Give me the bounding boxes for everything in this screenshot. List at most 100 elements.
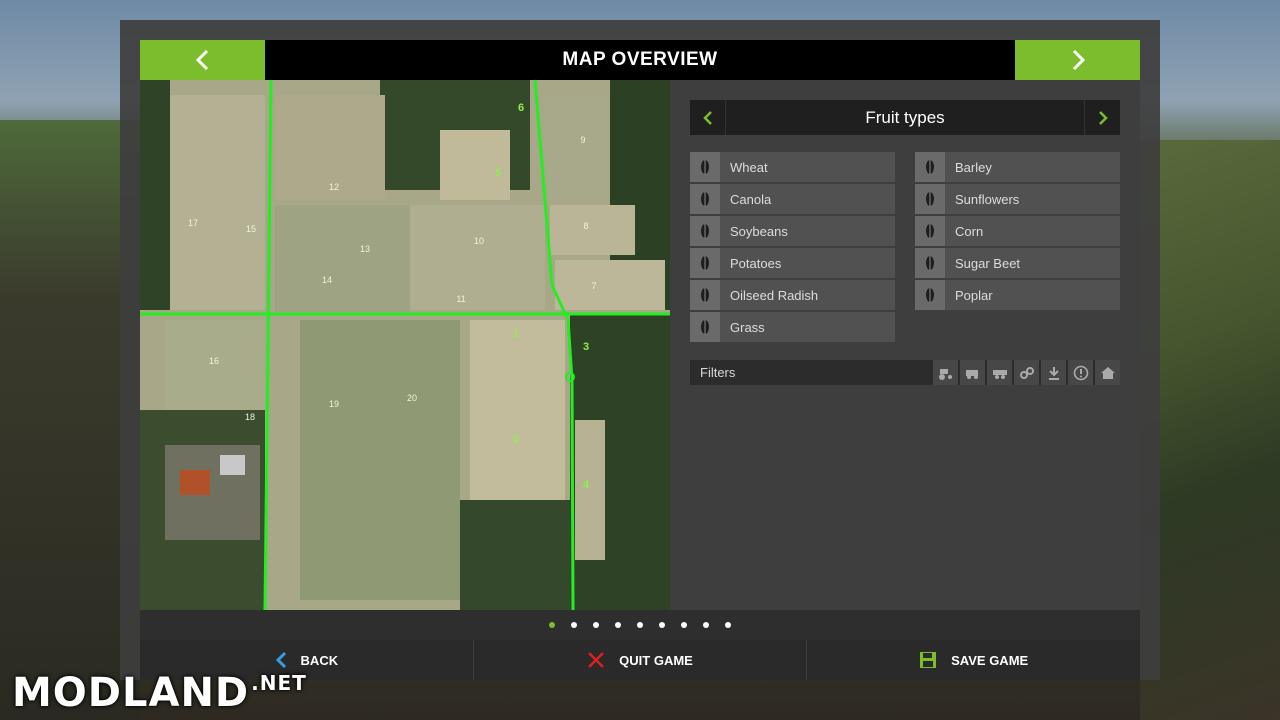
field-number: 2 <box>513 433 519 445</box>
tractor-icon <box>938 368 952 380</box>
field-number: 18 <box>245 412 255 422</box>
next-page-button[interactable] <box>1015 40 1140 80</box>
map-view[interactable]: 1 2 3 4 5 6 7 8 9 10 11 12 13 14 15 16 17 18 19 20 <box>140 80 670 610</box>
potato-icon <box>690 248 720 278</box>
chevron-right-icon <box>1098 110 1108 125</box>
page-dot[interactable] <box>725 622 731 628</box>
sunflower-icon <box>915 184 945 214</box>
fruit-item-oilseed-radish[interactable]: Oilseed Radish <box>690 280 895 310</box>
fruit-type-selector: Fruit types <box>690 100 1120 135</box>
fruit-item-poplar[interactable]: Poplar <box>915 280 1120 310</box>
back-label: BACK <box>300 652 339 668</box>
wheat-icon <box>690 152 720 182</box>
field-number: 3 <box>583 341 589 353</box>
field-number: 1 <box>513 328 519 340</box>
field-number: 17 <box>188 218 198 228</box>
field-area <box>440 130 510 200</box>
tractor-filter-button[interactable] <box>933 360 958 385</box>
save-game-label: SAVE GAME <box>951 652 1029 668</box>
field-area <box>275 205 410 315</box>
grass-icon <box>690 312 720 342</box>
field-number: 4 <box>583 479 590 491</box>
poplar-icon <box>915 280 945 310</box>
barley-icon <box>915 152 945 182</box>
fruit-item-label: Corn <box>955 223 984 239</box>
fruit-item-potatoes[interactable]: Potatoes <box>690 248 895 278</box>
prev-page-button[interactable] <box>140 40 265 80</box>
header-bar: MAP OVERVIEW <box>140 40 1140 80</box>
forest-area <box>460 500 570 610</box>
map-canvas: 1234567891011121314151617181920 <box>140 80 670 610</box>
save-game-button[interactable]: SAVE GAME <box>807 640 1140 680</box>
page-dot[interactable] <box>571 622 577 628</box>
farmhouse-icon <box>1100 366 1115 379</box>
farmhouse-filter-button[interactable] <box>1095 360 1120 385</box>
selector-prev-button[interactable] <box>690 100 726 135</box>
fruit-panel: Fruit types Wheat Barley Canola Sunflowers S… <box>670 80 1140 610</box>
fruit-item-label: Soybeans <box>730 223 788 239</box>
fruit-item-label: Sugar Beet <box>955 255 1021 271</box>
fruit-item-label: Oilseed Radish <box>730 287 819 303</box>
watermark: MODLAND .NET <box>12 670 307 716</box>
download-filter-button[interactable] <box>1041 360 1066 385</box>
fruit-item-wheat[interactable]: Wheat <box>690 152 895 182</box>
harvester-icon <box>965 369 978 379</box>
field-area <box>410 205 545 310</box>
quit-game-button[interactable]: QUIT GAME <box>474 640 808 680</box>
field-number: 16 <box>209 356 219 366</box>
field-number: 10 <box>474 236 484 246</box>
warning-filter-button[interactable] <box>1068 360 1093 385</box>
page-dot[interactable] <box>681 622 687 628</box>
page-dot[interactable] <box>637 622 643 628</box>
fruit-item-corn[interactable]: Corn <box>915 216 1120 246</box>
chevron-left-icon <box>195 49 208 71</box>
field-area <box>575 420 605 560</box>
page-dot[interactable] <box>615 622 621 628</box>
field-number: 19 <box>329 399 339 409</box>
field-number: 11 <box>456 294 465 304</box>
quit-game-label: QUIT GAME <box>619 652 693 668</box>
page-dot[interactable] <box>593 622 599 628</box>
field-number: 20 <box>407 393 417 403</box>
filters-bar: Filters <box>690 360 1120 385</box>
fruit-item-soybeans[interactable]: Soybeans <box>690 216 895 246</box>
page-dot[interactable] <box>659 622 665 628</box>
farmyard <box>165 445 260 540</box>
download-icon <box>1048 366 1059 380</box>
tools-filter-button[interactable] <box>1014 360 1039 385</box>
fruit-item-label: Sunflowers <box>955 191 1020 207</box>
field-number: 9 <box>580 135 585 145</box>
field-number: 14 <box>322 275 332 285</box>
close-icon <box>588 652 605 668</box>
page-dot[interactable] <box>549 622 555 628</box>
corn-icon <box>915 216 945 246</box>
chevron-left-icon <box>702 110 712 125</box>
field-number: 12 <box>329 182 339 192</box>
fruit-item-barley[interactable]: Barley <box>915 152 1120 182</box>
field-number: 5 <box>495 167 501 179</box>
fruit-item-label: Potatoes <box>730 255 782 271</box>
field-number: 8 <box>583 221 588 231</box>
fruit-item-grass[interactable]: Grass <box>690 312 895 342</box>
fruit-item-label: Poplar <box>955 287 993 303</box>
trailer-filter-button[interactable] <box>987 360 1012 385</box>
field-area <box>550 205 635 255</box>
fruit-item-canola[interactable]: Canola <box>690 184 895 214</box>
page-dot[interactable] <box>703 622 709 628</box>
fruit-item-sunflowers[interactable]: Sunflowers <box>915 184 1120 214</box>
soybean-icon <box>690 216 720 246</box>
field-number: 13 <box>360 244 370 254</box>
chevron-right-icon <box>1072 49 1085 71</box>
selector-next-button[interactable] <box>1084 100 1120 135</box>
field-number: 15 <box>246 224 256 234</box>
warning-icon <box>1073 365 1088 380</box>
fruit-item-label: Wheat <box>730 159 768 175</box>
page-title: MAP OVERVIEW <box>562 49 718 70</box>
selector-label: Fruit types <box>865 107 945 127</box>
watermark-tld: .NET <box>251 671 307 695</box>
background-field-left <box>0 120 140 720</box>
filters-label: Filters <box>700 365 736 380</box>
fruit-item-sugar-beet[interactable]: Sugar Beet <box>915 248 1120 278</box>
harvester-filter-button[interactable] <box>960 360 985 385</box>
fruit-item-label: Grass <box>730 319 765 335</box>
